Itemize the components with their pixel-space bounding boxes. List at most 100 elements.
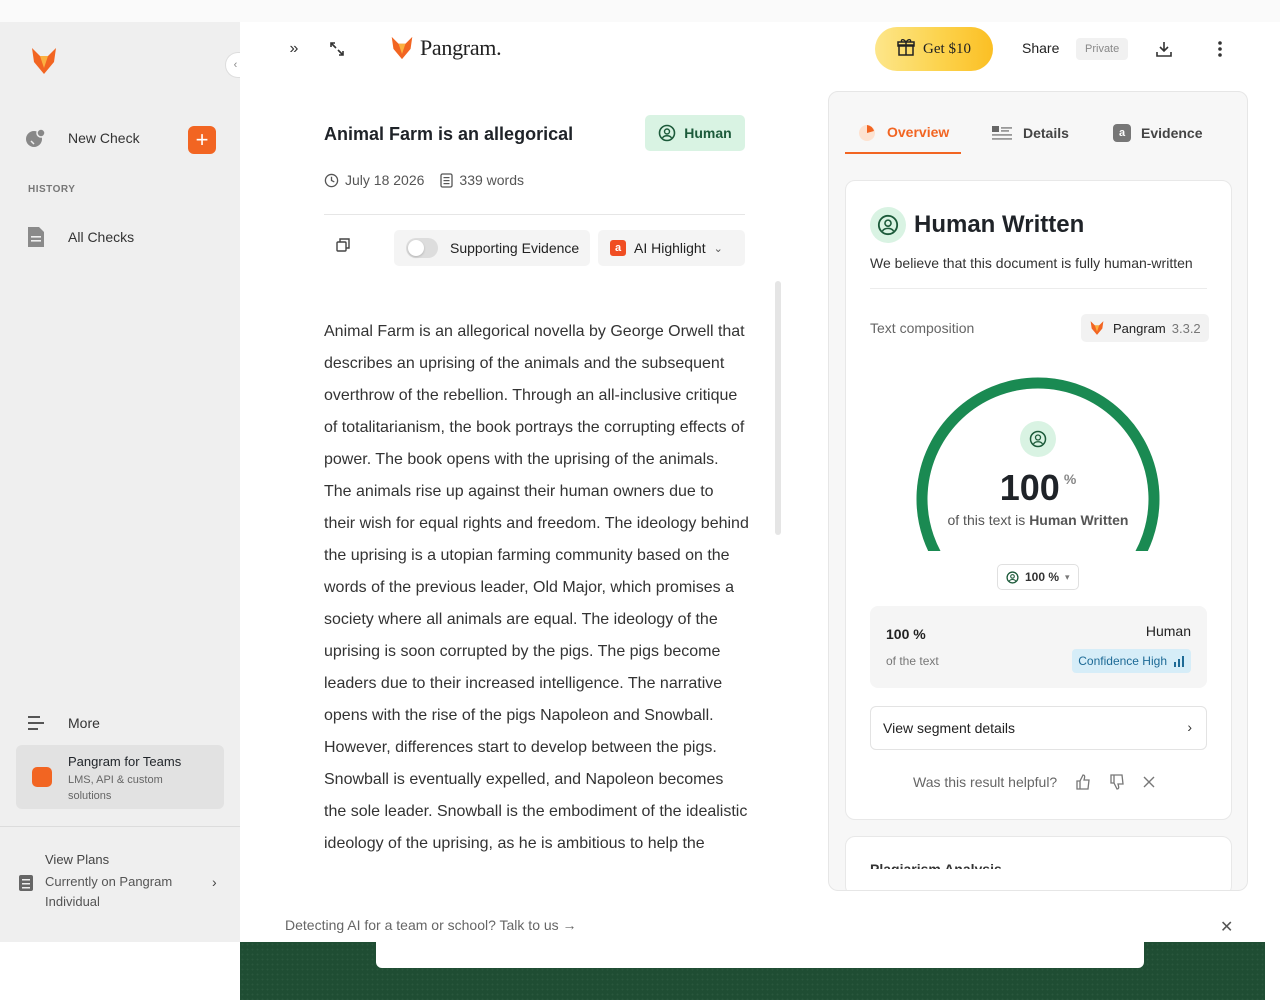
result-subtitle: We believe that this document is fully h…: [870, 255, 1193, 271]
human-face-icon: [870, 207, 906, 243]
sidebar: ‹ New Check + HISTORY All Checks More Pa…: [0, 22, 245, 942]
text-composition-label: Text composition: [870, 320, 975, 336]
background-card: [376, 942, 1144, 968]
new-check-label: New Check: [68, 130, 140, 146]
ai-highlight-dropdown[interactable]: a AI Highlight ⌄: [598, 230, 745, 266]
dismiss-feedback-icon[interactable]: [1143, 776, 1155, 788]
teams-title: Pangram for Teams: [68, 754, 182, 769]
feedback-prompt: Was this result helpful?: [913, 774, 1058, 790]
human-face-icon: [1020, 421, 1056, 457]
document-meta: July 18 2026 339 words: [324, 172, 524, 188]
current-plan-text: Currently on Pangram Individual: [45, 874, 173, 909]
new-check-plus-button[interactable]: +: [188, 126, 216, 154]
percentage-select-value: 100 %: [1025, 570, 1060, 584]
chevron-down-icon: ⌄: [713, 242, 723, 255]
document-divider: [324, 214, 745, 215]
feedback-row: Was this result helpful?: [913, 774, 1155, 790]
teams-card[interactable]: Pangram for Teams LMS, API & custom solu…: [16, 745, 224, 809]
bottom-right-backdrop: [1265, 942, 1280, 1000]
plan-list-icon: [18, 874, 34, 892]
teams-icon: [32, 767, 52, 787]
new-check-icon: [24, 126, 48, 150]
brand[interactable]: Pangram.: [390, 35, 502, 61]
evidence-icon: a: [1113, 124, 1131, 142]
confidence-badge: Confidence High: [1072, 649, 1191, 673]
get-10-label: Get $10: [923, 40, 971, 57]
chevron-right-icon: ›: [212, 874, 217, 890]
result-title: Human Written: [914, 211, 1085, 238]
privacy-badge[interactable]: Private: [1076, 38, 1129, 60]
download-icon[interactable]: [1154, 39, 1174, 59]
sidebar-item-all-checks[interactable]: All Checks: [24, 225, 134, 249]
gauge-caption: of this text is Human Written: [947, 512, 1129, 528]
fox-logo-icon[interactable]: [30, 46, 58, 76]
share-button[interactable]: Share: [1022, 40, 1059, 56]
fox-model-icon: [1090, 321, 1104, 335]
copy-icon[interactable]: [336, 238, 352, 254]
thumbs-down-icon[interactable]: [1109, 774, 1125, 790]
ai-highlight-icon: a: [610, 240, 626, 256]
sidebar-item-more[interactable]: More: [24, 711, 100, 735]
tab-overview[interactable]: Overview: [845, 112, 962, 154]
thumbs-up-icon[interactable]: [1075, 774, 1091, 790]
human-face-icon: [1006, 570, 1019, 584]
next-section-card: Plagiarism Analysis: [845, 836, 1232, 890]
clock-icon: [324, 173, 339, 187]
more-options-icon[interactable]: [1210, 39, 1230, 59]
close-banner-icon[interactable]: ✕: [1220, 917, 1233, 937]
card-divider: [870, 288, 1207, 289]
model-version-pill[interactable]: Pangram 3.3.2: [1081, 314, 1209, 342]
document-date: July 18 2026: [345, 172, 425, 188]
model-version: 3.3.2: [1171, 320, 1201, 336]
expand-panel-icon[interactable]: »: [284, 39, 304, 59]
fullscreen-icon[interactable]: [327, 39, 347, 59]
overview-card: Human Written We believe that this docum…: [845, 180, 1232, 820]
result-heading: Human Written: [870, 207, 1084, 243]
results-panel: Overview Details a Evidence Human Writte…: [828, 91, 1248, 891]
view-segment-details-button[interactable]: View segment details ›: [870, 706, 1207, 750]
signal-bars-icon: [1174, 656, 1184, 667]
confidence-label: Confidence High: [1078, 654, 1167, 668]
toggle-switch[interactable]: [406, 238, 438, 258]
tab-details[interactable]: Details: [991, 112, 1069, 154]
segment-details-label: View segment details: [883, 720, 1016, 736]
document-scrollbar[interactable]: [775, 281, 781, 535]
chevron-right-icon: ›: [1187, 719, 1192, 735]
human-face-icon: [658, 124, 676, 142]
breakdown-subtitle: of the text: [886, 654, 939, 668]
tab-evidence[interactable]: a Evidence: [1113, 112, 1202, 154]
composition-gauge: 100% of this text is Human Written: [906, 371, 1170, 580]
chevron-down-icon: ▾: [1065, 571, 1070, 582]
gauge-percentage: 100%: [999, 467, 1077, 508]
main-area: » Pangram. Get $10 Share Private Animal …: [240, 22, 1280, 942]
supporting-evidence-toggle[interactable]: Supporting Evidence: [394, 230, 590, 266]
history-heading: HISTORY: [28, 184, 76, 195]
ai-highlight-label: AI Highlight: [634, 240, 706, 256]
word-count: 339 words: [459, 172, 524, 188]
promo-banner-link[interactable]: Detecting AI for a team or school? Talk …: [285, 917, 577, 933]
breakdown-label: Human: [1145, 623, 1191, 639]
fox-brand-icon: [391, 36, 413, 60]
brand-name: Pangram.: [420, 35, 502, 60]
teams-subtitle: LMS, API & custom solutions: [68, 774, 163, 802]
verdict-label: Human: [684, 125, 732, 141]
document-body: Animal Farm is an allegorical novella by…: [324, 323, 749, 852]
document-title: Animal Farm is an allegorical: [324, 124, 574, 144]
verdict-badge: Human: [645, 115, 745, 151]
document-icon: [24, 225, 48, 249]
promo-banner: Detecting AI for a team or school? Talk …: [240, 908, 1280, 942]
more-label: More: [68, 715, 100, 731]
supporting-evidence-label: Supporting Evidence: [450, 240, 580, 256]
bottom-left-backdrop: [0, 942, 240, 1000]
menu-lines-icon: [24, 711, 48, 735]
next-section-title: Plagiarism Analysis: [870, 861, 1002, 877]
overview-icon: [859, 125, 875, 141]
top-strip: [0, 0, 1280, 22]
model-name: Pangram: [1113, 320, 1166, 336]
details-icon: [992, 126, 1012, 140]
sidebar-divider: [0, 826, 240, 827]
get-10-button[interactable]: Get $10: [875, 27, 993, 71]
all-checks-label: All Checks: [68, 229, 135, 245]
percentage-select[interactable]: 100 % ▾: [997, 564, 1079, 590]
gift-icon: [897, 38, 915, 61]
